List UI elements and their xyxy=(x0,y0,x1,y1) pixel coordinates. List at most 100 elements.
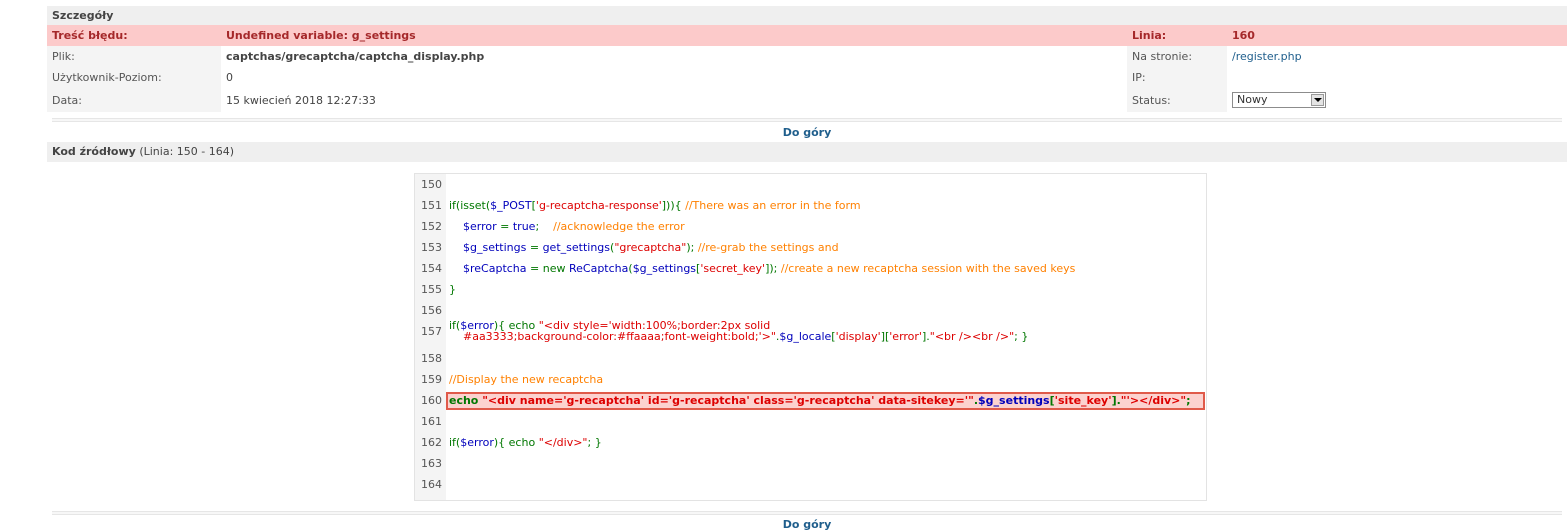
code-token: //There was an error in the form xyxy=(685,199,861,212)
code-token: "</div>" xyxy=(538,436,588,449)
details-header: Szczegóły xyxy=(47,6,1567,25)
user-level-label: Użytkownik-Poziom: xyxy=(47,67,221,88)
line-number: 150 xyxy=(421,178,442,191)
code-token: ]. xyxy=(1111,394,1121,407)
code-token: #aa3333;background-color:#ffaaaa;font-we… xyxy=(449,330,776,343)
error-label: Treść błędu: xyxy=(47,25,221,46)
line-number: 161 xyxy=(421,415,442,428)
line-label: Linia: xyxy=(1127,25,1227,46)
file-row: Plik: captchas/grecaptcha/captcha_displa… xyxy=(47,46,1567,67)
code-text: $error = true; //acknowledge the error xyxy=(449,220,685,233)
code-token: get_settings xyxy=(542,241,611,254)
line-number: 155 xyxy=(421,283,442,296)
line-number: 153 xyxy=(421,241,442,254)
code-token: if( xyxy=(449,436,461,449)
code-token: ){ echo xyxy=(493,436,539,449)
page-link[interactable]: /register.php xyxy=(1232,50,1302,63)
code-text: if($error){ echo "</div>"; } xyxy=(449,436,602,449)
code-text: echo "<div name='g-recaptcha' id='g-reca… xyxy=(449,394,1191,407)
status-selected-value: Nowy xyxy=(1237,93,1268,106)
code-token: $g_settings xyxy=(463,241,527,254)
bottom-divider xyxy=(52,511,1562,515)
code-token: //Display the new recaptcha xyxy=(449,373,604,386)
line-number: 160 xyxy=(421,394,442,407)
code-token: 'site_key' xyxy=(1054,394,1112,407)
error-message: Undefined variable: g_settings xyxy=(221,25,1127,46)
code-token: ])){ xyxy=(661,199,686,212)
code-text: //Display the new recaptcha xyxy=(449,373,603,386)
code-token: $reCaptcha xyxy=(463,262,527,275)
code-token: //create a new recaptcha session with th… xyxy=(780,262,1076,275)
code-token: "<br /><br />" xyxy=(929,330,1015,343)
code-token: ; } xyxy=(587,436,602,449)
error-row: Treść błędu: Undefined variable: g_setti… xyxy=(47,25,1567,46)
source-title: Kod źródłowy xyxy=(52,145,136,158)
line-number: 157 xyxy=(421,325,442,338)
user-row: Użytkownik-Poziom: 0 IP: xyxy=(47,67,1567,88)
code-token: ; xyxy=(535,220,554,233)
code-token: = xyxy=(496,220,513,233)
code-token: "'></div>" xyxy=(1120,394,1187,407)
code-token: ; } xyxy=(1014,330,1029,343)
code-token: $g_settings xyxy=(632,262,697,275)
line-number: 164 xyxy=(421,478,442,491)
code-token: if(isset( xyxy=(449,199,491,212)
code-token: 'secret_key' xyxy=(700,262,766,275)
code-token: //re-grab the settings and xyxy=(697,241,839,254)
status-label: Status: xyxy=(1127,88,1227,112)
code-token: ]); xyxy=(765,262,781,275)
status-select[interactable]: Nowy xyxy=(1232,92,1326,108)
details-table: Treść błędu: Undefined variable: g_setti… xyxy=(47,25,1567,112)
code-token: 'display' xyxy=(835,330,881,343)
ip-value xyxy=(1227,67,1567,88)
code-token: $g_locale xyxy=(779,330,832,343)
code-token: $error xyxy=(463,220,497,233)
code-token: ReCaptcha xyxy=(568,262,629,275)
code-token: $g_settings xyxy=(978,394,1050,407)
file-value: captchas/grecaptcha/captcha_display.php xyxy=(226,50,485,63)
details-panel: Szczegóły Treść błędu: Undefined variabl… xyxy=(47,6,1567,162)
code-token: } xyxy=(449,283,456,296)
line-value: 160 xyxy=(1227,25,1567,46)
code-token: = xyxy=(526,241,543,254)
code-text: $reCaptcha = new ReCaptcha($g_settings['… xyxy=(449,262,1075,275)
code-token: $_POST xyxy=(490,199,532,212)
date-value: 15 kwiecień 2018 12:27:33 xyxy=(226,93,376,107)
code-token: ][ xyxy=(880,330,890,343)
date-label: Data: xyxy=(47,88,221,112)
code-token: echo xyxy=(449,394,483,407)
line-number: 163 xyxy=(421,457,442,470)
code-token: ; xyxy=(1186,394,1191,407)
back-to-top-link-bottom[interactable]: Do góry xyxy=(47,518,1567,531)
code-token: 'error' xyxy=(889,330,922,343)
code-token: ); xyxy=(686,241,698,254)
code-token: = new xyxy=(526,262,569,275)
line-number: 152 xyxy=(421,220,442,233)
file-label: Plik: xyxy=(47,46,221,67)
chevron-down-icon[interactable] xyxy=(1311,94,1324,106)
code-token: //acknowledge the error xyxy=(553,220,685,233)
line-number: 158 xyxy=(421,352,442,365)
code-text: $g_settings = get_settings("grecaptcha")… xyxy=(449,241,839,254)
code-token: 'g-recaptcha-response' xyxy=(535,199,662,212)
line-number: 154 xyxy=(421,262,442,275)
source-range: (Linia: 150 - 164) xyxy=(139,145,235,158)
ip-label: IP: xyxy=(1127,67,1227,88)
line-number: 162 xyxy=(421,436,442,449)
back-to-top-link[interactable]: Do góry xyxy=(47,122,1567,142)
line-number: 159 xyxy=(421,373,442,386)
date-row: Data: 15 kwiecień 2018 12:27:33 Status: … xyxy=(47,88,1567,112)
code-token: "<div name='g-recaptcha' id='g-recaptcha… xyxy=(482,394,974,407)
line-number: 156 xyxy=(421,304,442,317)
code-token: "grecaptcha" xyxy=(614,241,687,254)
page-label: Na stronie: xyxy=(1127,46,1227,67)
source-code-block: 150 151 if(isset($_POST['g-recaptcha-respo… xyxy=(414,173,1207,501)
code-token: true xyxy=(512,220,536,233)
code-token: $error xyxy=(460,436,494,449)
user-level-value: 0 xyxy=(226,71,233,84)
code-token: ]. xyxy=(921,330,930,343)
code-text: if(isset($_POST['g-recaptcha-response'])… xyxy=(449,199,861,212)
